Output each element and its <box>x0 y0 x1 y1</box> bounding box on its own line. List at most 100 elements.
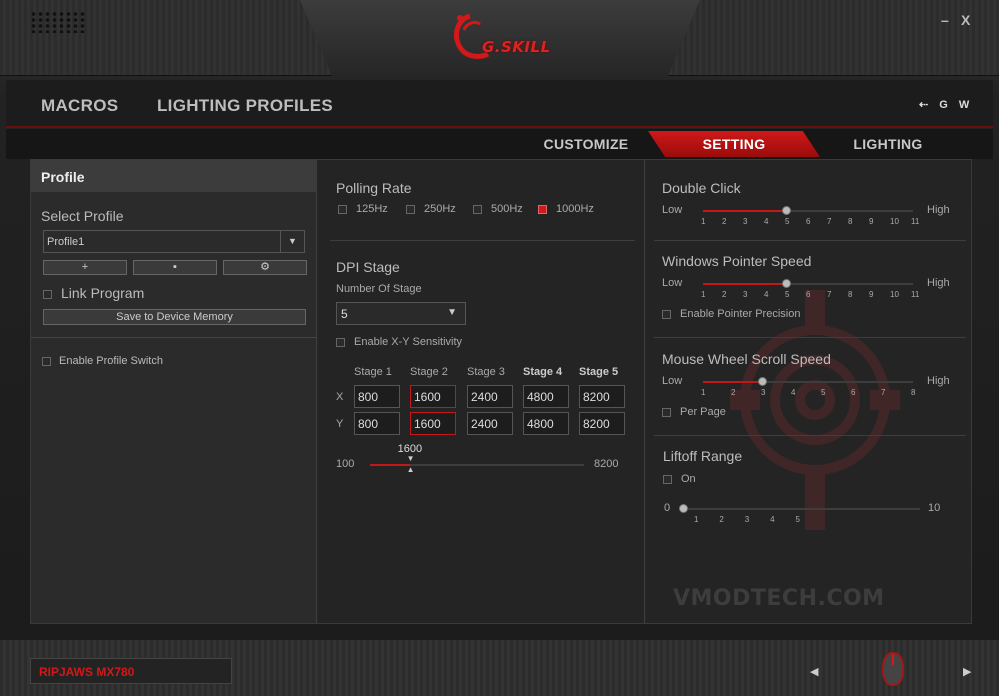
mouse-settings-panel: Polling Rate 125Hz 250Hz 500Hz 1000Hz DP… <box>318 160 645 623</box>
profile-switch-checkbox[interactable] <box>42 356 51 366</box>
mouse-device-icon[interactable] <box>880 651 906 687</box>
tick-label: 7 <box>881 388 886 397</box>
xy-sensitivity-label: Enable X-Y Sensitivity <box>354 336 463 348</box>
pointer-speed-ticks: 1 2 3 4 5 6 7 8 9 10 11 <box>701 290 919 300</box>
liftoff-min: 0 <box>664 502 671 514</box>
slider-handle-top-icon[interactable]: ▼ <box>407 454 415 463</box>
polling-option-500: 500Hz <box>473 203 523 215</box>
scroll-speed-high: High <box>927 375 950 387</box>
pointer-speed-slider-knob[interactable] <box>782 279 791 288</box>
dpi-x-stage-3[interactable]: 2400 <box>467 385 513 408</box>
pointer-precision-option: Enable Pointer Precision <box>662 308 800 320</box>
pointer-precision-label: Enable Pointer Precision <box>680 308 801 320</box>
tick-label: 4 <box>770 515 775 524</box>
dpi-x-stage-4[interactable]: 4800 <box>523 385 569 408</box>
share-icon[interactable]: ⇠ <box>919 99 928 111</box>
scroll-speed-title: Mouse Wheel Scroll Speed <box>662 351 831 367</box>
pointer-speed-slider[interactable] <box>703 279 913 288</box>
profile-switch-label: Enable Profile Switch <box>59 355 163 367</box>
divider <box>31 337 317 338</box>
polling-checkbox-1000[interactable] <box>538 204 547 214</box>
tick-label: 9 <box>869 290 874 299</box>
g-icon[interactable]: G <box>939 99 948 111</box>
liftoff-slider-knob[interactable] <box>679 504 688 513</box>
scroll-speed-low: Low <box>662 375 683 387</box>
profile-settings-button[interactable]: ⚙ <box>223 260 307 275</box>
dpi-y-stage-3[interactable]: 2400 <box>467 412 513 435</box>
tick-label: 3 <box>761 388 766 397</box>
per-page-label: Per Page <box>680 406 726 418</box>
dpi-stage-title: DPI Stage <box>336 259 400 275</box>
tab-setting[interactable]: SETTING <box>648 131 820 157</box>
tick-label: 1 <box>701 388 706 397</box>
prev-device-arrow-icon[interactable]: ◀ <box>810 665 818 678</box>
per-page-checkbox[interactable] <box>662 407 671 417</box>
tick-label: 1 <box>701 290 706 299</box>
add-profile-button[interactable]: + <box>43 260 127 275</box>
tick-label: 5 <box>785 217 790 226</box>
dpi-y-stage-2[interactable]: 1600 <box>410 412 456 435</box>
nav-lighting-profiles[interactable]: LIGHTING PROFILES <box>157 96 333 116</box>
tab-lighting[interactable]: LIGHTING <box>818 131 958 157</box>
polling-label-500: 500Hz <box>491 203 523 215</box>
dpi-y-stage-5[interactable]: 8200 <box>579 412 625 435</box>
profile-panel: Profile Select Profile Profile1 ▼ + ▪ ⚙ … <box>31 160 317 623</box>
slider-handle-bottom-icon[interactable]: ▲ <box>407 465 415 474</box>
liftoff-slider[interactable] <box>679 504 920 513</box>
polling-checkbox-125[interactable] <box>338 204 347 214</box>
stage-header-4: Stage 4 <box>523 366 563 378</box>
y-axis-label: Y <box>336 418 344 430</box>
tab-customize[interactable]: CUSTOMIZE <box>516 131 656 157</box>
polling-checkbox-500[interactable] <box>473 204 482 214</box>
link-program-checkbox[interactable] <box>43 289 52 299</box>
tick-label: 10 <box>890 217 899 226</box>
minimize-button[interactable]: – <box>941 12 949 28</box>
close-button[interactable]: X <box>961 12 970 28</box>
logo-text: G.SKILL <box>482 38 551 56</box>
x-axis-label: X <box>336 391 344 403</box>
profile-switch-option: Enable Profile Switch <box>42 355 163 367</box>
sub-tabs: CUSTOMIZE SETTING LIGHTING <box>6 129 993 159</box>
tick-label: 6 <box>806 290 811 299</box>
settings-content: Profile Select Profile Profile1 ▼ + ▪ ⚙ … <box>30 159 972 624</box>
stage-header-1: Stage 1 <box>354 366 392 378</box>
dpi-slider-fill <box>370 464 410 466</box>
tick-label: 6 <box>851 388 856 397</box>
tick-label: 3 <box>744 515 750 524</box>
polling-label-250: 250Hz <box>424 203 456 215</box>
pointer-precision-checkbox[interactable] <box>662 309 671 319</box>
dpi-slider-track[interactable] <box>370 464 584 466</box>
double-click-slider[interactable] <box>703 206 913 215</box>
polling-rate-title: Polling Rate <box>336 180 412 196</box>
pointer-settings-panel: Double Click Low High 1 2 3 4 5 6 7 8 9 10 11 Wind… <box>646 160 971 623</box>
tick-label: 7 <box>827 217 832 226</box>
dpi-y-stage-4[interactable]: 4800 <box>523 412 569 435</box>
profile-dropdown[interactable]: Profile1 ▼ <box>43 230 305 253</box>
divider <box>654 337 966 338</box>
liftoff-ticks: 1 2 3 4 5 <box>694 515 932 525</box>
dpi-x-stage-5[interactable]: 8200 <box>579 385 625 408</box>
polling-checkbox-250[interactable] <box>406 204 415 214</box>
stage-count-dropdown[interactable]: 5 ▼ <box>336 302 466 325</box>
chevron-down-icon[interactable]: ▼ <box>447 307 457 318</box>
xy-sensitivity-checkbox[interactable] <box>336 337 345 347</box>
delete-profile-button[interactable]: ▪ <box>133 260 217 275</box>
polling-option-125: 125Hz <box>338 203 388 215</box>
dpi-x-stage-2[interactable]: 1600 <box>410 385 456 408</box>
liftoff-on-checkbox[interactable] <box>663 474 672 484</box>
dpi-slider-min: 100 <box>336 458 355 470</box>
double-click-slider-knob[interactable] <box>782 206 791 215</box>
tick-label: 1 <box>694 515 699 524</box>
nav-macros[interactable]: MACROS <box>41 96 118 116</box>
save-to-device-button[interactable]: Save to Device Memory <box>43 309 306 325</box>
next-device-arrow-icon[interactable]: ▶ <box>963 665 971 678</box>
scroll-speed-slider-knob[interactable] <box>758 377 767 386</box>
w-icon[interactable]: W <box>959 99 969 111</box>
tick-label: 1 <box>701 217 706 226</box>
double-click-ticks: 1 2 3 4 5 6 7 8 9 10 11 <box>701 217 919 227</box>
profile-dropdown-value: Profile1 <box>47 236 85 248</box>
dpi-x-stage-1[interactable]: 800 <box>354 385 400 408</box>
chevron-down-icon[interactable]: ▼ <box>280 231 304 252</box>
scroll-speed-slider[interactable] <box>703 377 913 386</box>
dpi-y-stage-1[interactable]: 800 <box>354 412 400 435</box>
